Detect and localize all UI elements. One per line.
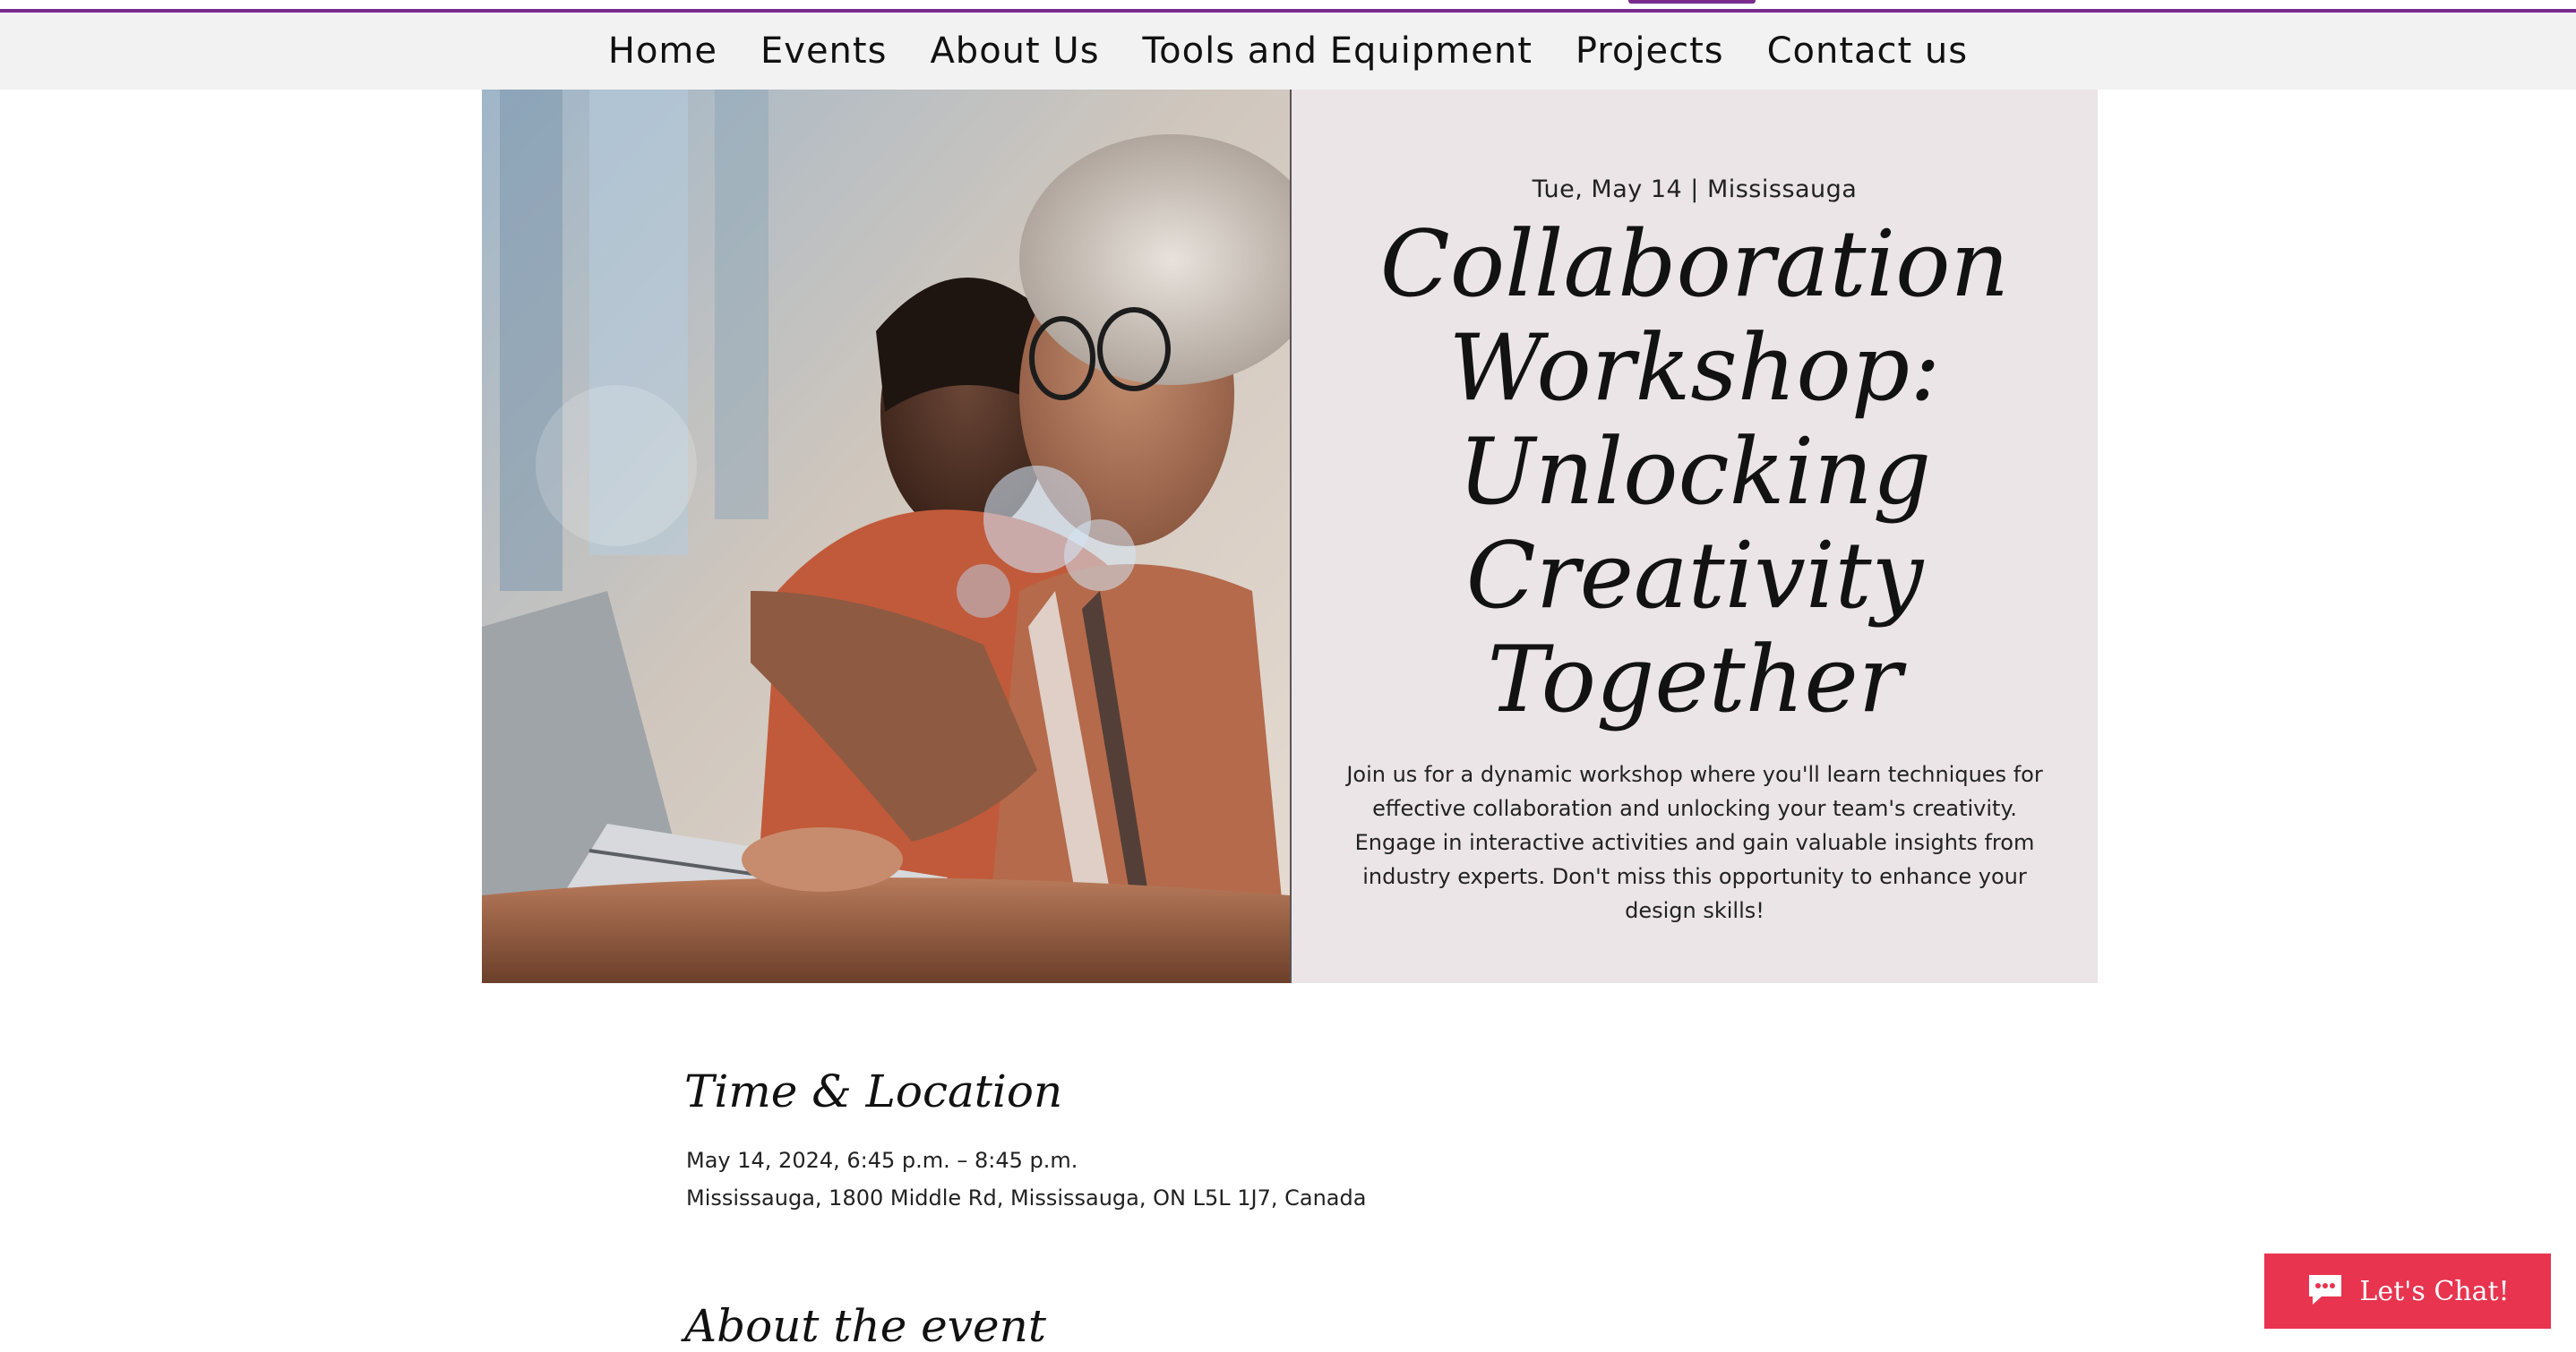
nav-item-tools-and-equipment[interactable]: Tools and Equipment <box>1121 13 1554 90</box>
nav-item-contact-us[interactable]: Contact us <box>1746 13 1990 90</box>
nav-item-projects[interactable]: Projects <box>1554 13 1746 90</box>
nav-item-events[interactable]: Events <box>739 13 908 90</box>
event-description: Join us for a dynamic workshop where you… <box>1346 762 2043 923</box>
event-title: Collaboration Workshop: Unlocking Creati… <box>1379 211 2010 733</box>
lets-chat-button[interactable]: Let's Chat! <box>2264 1254 2551 1329</box>
main-navigation: Home Events About Us Tools and Equipment… <box>0 13 2576 90</box>
event-hero-panel: Tue, May 14 | Mississauga Collaboration … <box>1290 90 2098 983</box>
nav-list: Home Events About Us Tools and Equipment… <box>0 13 2576 90</box>
time-location-heading: Time & Location <box>684 1065 1063 1117</box>
nav-item-home[interactable]: Home <box>587 13 739 90</box>
nav-item-about-us[interactable]: About Us <box>908 13 1121 90</box>
event-photo <box>482 90 1290 983</box>
event-time: May 14, 2024, 6:45 p.m. – 8:45 p.m. <box>686 1148 1078 1173</box>
chat-label: Let's Chat! <box>2359 1275 2510 1307</box>
chat-bubble-icon <box>2306 1271 2345 1311</box>
top-tab-marker <box>1628 0 1756 4</box>
event-date-location: Tue, May 14 | Mississauga <box>1532 175 1858 203</box>
event-location: Mississauga, 1800 Middle Rd, Mississauga… <box>686 1185 1367 1211</box>
about-event-heading: About the event <box>684 1300 1046 1352</box>
